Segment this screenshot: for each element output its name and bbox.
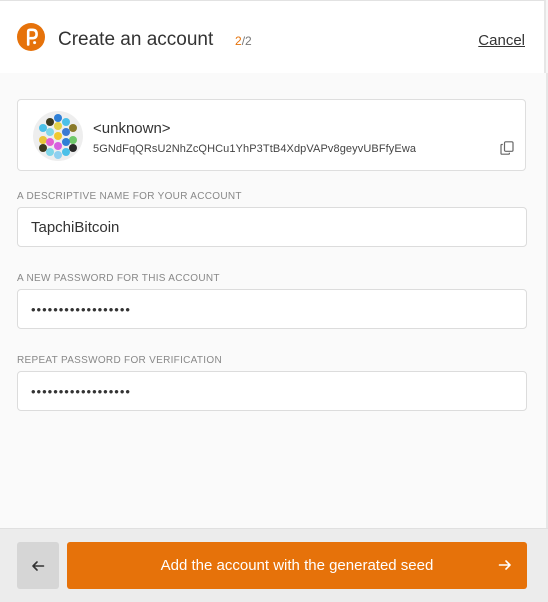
create-account-page: Create an account 2/2 Cancel <unknown> 5… <box>0 0 548 602</box>
arrow-left-icon <box>32 560 45 571</box>
add-account-button-label: Add the account with the generated seed <box>160 557 434 574</box>
account-card: <unknown> 5GNdFqQRsU2NhZcQHCu1YhP3TtB4Xd… <box>17 99 526 171</box>
repeat-password-field-label: REPEAT PASSWORD FOR VERIFICATION <box>17 355 222 366</box>
step-total: /2 <box>241 34 252 48</box>
add-account-button[interactable]: Add the account with the generated seed <box>67 542 527 589</box>
polkadot-logo-icon <box>17 23 45 51</box>
footer: Add the account with the generated seed <box>0 528 548 602</box>
header: Create an account 2/2 Cancel <box>0 0 546 73</box>
password-input[interactable] <box>17 289 527 329</box>
step-current: 2 <box>235 34 242 48</box>
identicon <box>33 111 83 161</box>
arrow-right-icon <box>498 560 511 570</box>
password-field-label: A NEW PASSWORD FOR THIS ACCOUNT <box>17 273 220 284</box>
copy-icon[interactable] <box>500 141 514 155</box>
account-address: 5GNdFqQRsU2NhZcQHCu1YhP3TtB4XdpVAPv8geyv… <box>93 143 417 155</box>
back-button[interactable] <box>17 542 59 589</box>
account-name-input[interactable] <box>17 207 527 247</box>
account-name: <unknown> <box>93 120 171 137</box>
page-title: Create an account <box>58 29 214 50</box>
name-field-label: A DESCRIPTIVE NAME FOR YOUR ACCOUNT <box>17 191 242 202</box>
cancel-link[interactable]: Cancel <box>478 32 525 50</box>
repeat-password-input[interactable] <box>17 371 527 411</box>
step-indicator: 2/2 <box>235 34 252 48</box>
form-content: <unknown> 5GNdFqQRsU2NhZcQHCu1YhP3TtB4Xd… <box>0 73 548 528</box>
